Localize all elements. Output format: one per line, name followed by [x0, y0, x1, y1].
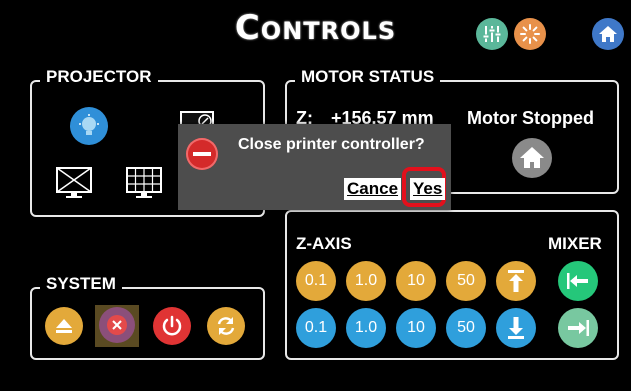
home-motor-icon	[520, 147, 544, 168]
sun-burst-icon	[520, 24, 540, 44]
mixer-left-button[interactable]	[558, 261, 598, 301]
blank-screen-icon	[56, 167, 92, 198]
grid-screen-button[interactable]	[124, 166, 164, 205]
dialog-message: Close printer controller?	[238, 136, 425, 153]
z-top-button[interactable]	[496, 261, 536, 301]
mixer-left-icon	[567, 273, 588, 289]
yes-button[interactable]: Yes	[410, 178, 446, 200]
light-bulb-button[interactable]	[70, 107, 108, 145]
grid-screen-icon	[126, 167, 162, 198]
blank-screen-button[interactable]	[54, 166, 94, 205]
confirm-dialog: Close printer controller? Cance Yes	[178, 124, 451, 210]
stop-icon	[186, 138, 218, 170]
move-to-top-icon	[508, 270, 524, 292]
z-up-0.1-button[interactable]: 0.1	[296, 261, 336, 301]
move-to-bottom-icon	[508, 317, 524, 339]
home-icon	[599, 26, 617, 42]
light-settings-button[interactable]	[514, 18, 546, 50]
power-button[interactable]	[153, 307, 191, 345]
zaxis-label: Z-AXIS	[296, 234, 352, 253]
sliders-icon	[482, 26, 502, 42]
power-icon	[162, 315, 182, 336]
settings-sliders-button[interactable]	[476, 18, 508, 50]
refresh-button[interactable]	[207, 307, 245, 345]
refresh-icon	[217, 317, 235, 335]
projector-legend: PROJECTOR	[40, 67, 158, 87]
z-up-10-button[interactable]: 10	[396, 261, 436, 301]
z-up-1.0-button[interactable]: 1.0	[346, 261, 386, 301]
mixer-label: MIXER	[548, 234, 602, 253]
mixer-right-button[interactable]	[558, 308, 598, 348]
mixer-right-icon	[568, 320, 589, 336]
close-icon	[112, 320, 122, 330]
z-down-10-button[interactable]: 10	[396, 308, 436, 348]
z-up-50-button[interactable]: 50	[446, 261, 486, 301]
z-down-50-button[interactable]: 50	[446, 308, 486, 348]
home-button[interactable]	[592, 18, 624, 50]
eject-button[interactable]	[45, 307, 83, 345]
system-legend: SYSTEM	[40, 274, 122, 294]
cancel-button[interactable]: Cance	[344, 178, 402, 200]
close-button[interactable]	[99, 307, 135, 343]
light-bulb-icon	[79, 114, 99, 135]
motor-status-legend: MOTOR STATUS	[295, 67, 441, 87]
z-down-0.1-button[interactable]: 0.1	[296, 308, 336, 348]
z-bottom-button[interactable]	[496, 308, 536, 348]
home-motor-button[interactable]	[512, 138, 552, 178]
motor-state-text: Motor Stopped	[467, 108, 594, 128]
z-down-1.0-button[interactable]: 1.0	[346, 308, 386, 348]
eject-icon	[56, 319, 72, 333]
